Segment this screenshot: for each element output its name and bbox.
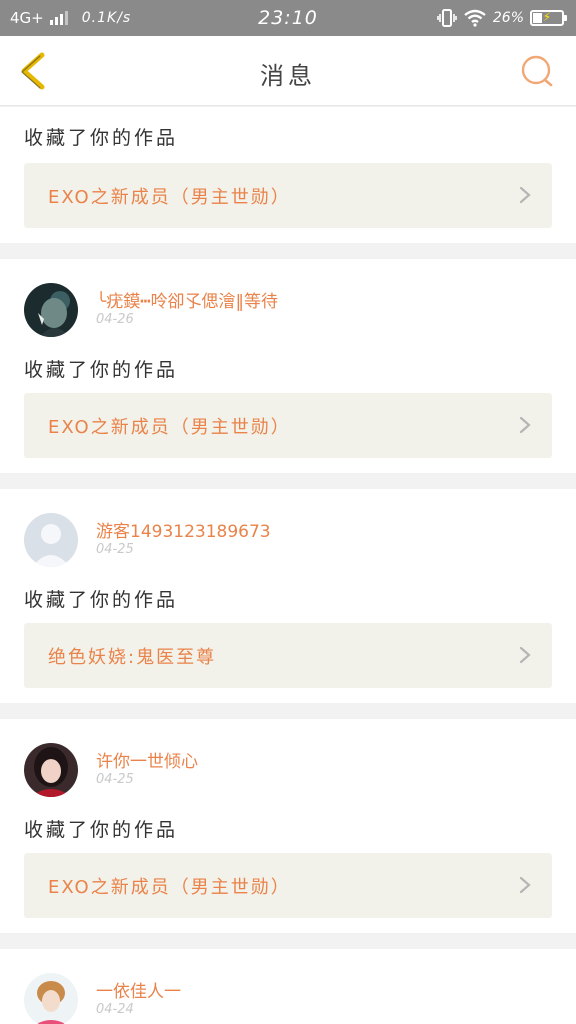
user-name[interactable]: 一依佳人一 [96,977,181,1002]
chevron-right-icon [519,876,531,894]
message-action: 收藏了你的作品 [24,819,179,841]
work-title: EXO之新成员（男主世勋） [48,187,291,208]
work-title: 绝色妖娆:鬼医至尊 [48,647,217,668]
message-action: 收藏了你的作品 [24,359,179,381]
message-card: ╰疣鏌┅呤卻孓偲澮‖等待 04-26 收藏了你的作品 EXO之新成员（男主世勋） [0,259,576,473]
chevron-right-icon [519,646,531,664]
message-list[interactable]: 收藏了你的作品 EXO之新成员（男主世勋） ╰疣鏌┅呤卻孓偲澮‖等待 04-26… [0,107,576,1024]
work-link[interactable]: EXO之新成员（男主世勋） [24,853,552,918]
message-card: 一依佳人一 04-24 [0,949,576,1024]
battery-icon: ⚡ [530,10,567,26]
work-link[interactable]: EXO之新成员（男主世勋） [24,393,552,458]
avatar[interactable] [24,513,78,567]
message-date: 04-24 [96,1002,134,1017]
work-link[interactable]: EXO之新成员（男主世勋） [24,163,552,228]
battery-percent: 26% [492,10,524,26]
chevron-right-icon [519,416,531,434]
user-name[interactable]: 许你一世倾心 [96,747,198,772]
header: 消息 [0,36,576,106]
message-card: 许你一世倾心 04-25 收藏了你的作品 EXO之新成员（男主世勋） [0,719,576,933]
avatar[interactable] [24,283,78,337]
avatar[interactable] [24,743,78,797]
message-date: 04-25 [96,542,134,557]
work-title: EXO之新成员（男主世勋） [48,417,291,438]
user-name[interactable]: ╰疣鏌┅呤卻孓偲澮‖等待 [96,287,278,312]
vibrate-icon [437,9,457,27]
message-card: 收藏了你的作品 EXO之新成员（男主世勋） [0,107,576,243]
user-name[interactable]: 游客1493123189673 [96,517,271,542]
page-title: 消息 [260,62,316,90]
work-title: EXO之新成员（男主世勋） [48,877,291,898]
chevron-right-icon [519,186,531,204]
message-action: 收藏了你的作品 [24,589,179,611]
message-action: 收藏了你的作品 [24,127,179,149]
message-date: 04-26 [96,312,134,327]
message-card: 游客1493123189673 04-25 收藏了你的作品 绝色妖娆:鬼医至尊 [0,489,576,703]
wifi-icon [464,9,486,27]
work-link[interactable]: 绝色妖娆:鬼医至尊 [24,623,552,688]
status-right: 26% ⚡ [437,9,567,27]
avatar[interactable] [24,973,78,1024]
status-bar: 4G+ 0.1K/s 23:10 26% ⚡ [0,0,576,36]
search-icon[interactable] [520,54,554,88]
message-date: 04-25 [96,772,134,787]
